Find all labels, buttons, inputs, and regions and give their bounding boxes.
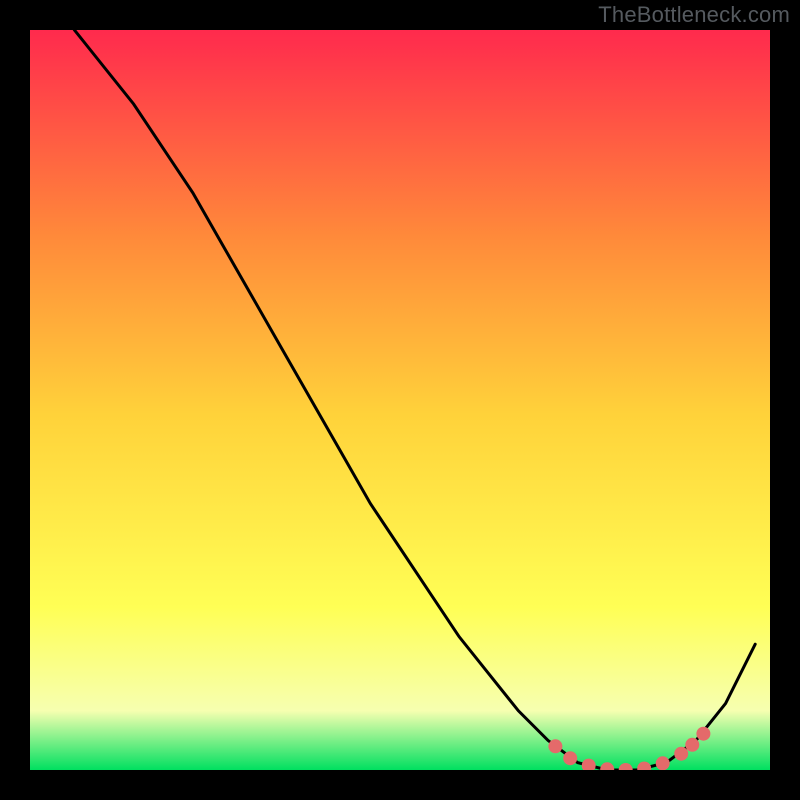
chart-frame: { "watermark": "TheBottleneck.com", "col… [0, 0, 800, 800]
bottleneck-chart [0, 0, 800, 800]
watermark-text: TheBottleneck.com [598, 2, 790, 28]
marker-dot [563, 751, 577, 765]
marker-dot [685, 738, 699, 752]
marker-dot [548, 739, 562, 753]
marker-dot [656, 756, 670, 770]
marker-dot [696, 727, 710, 741]
marker-dot [674, 747, 688, 761]
gradient-background [30, 30, 770, 770]
